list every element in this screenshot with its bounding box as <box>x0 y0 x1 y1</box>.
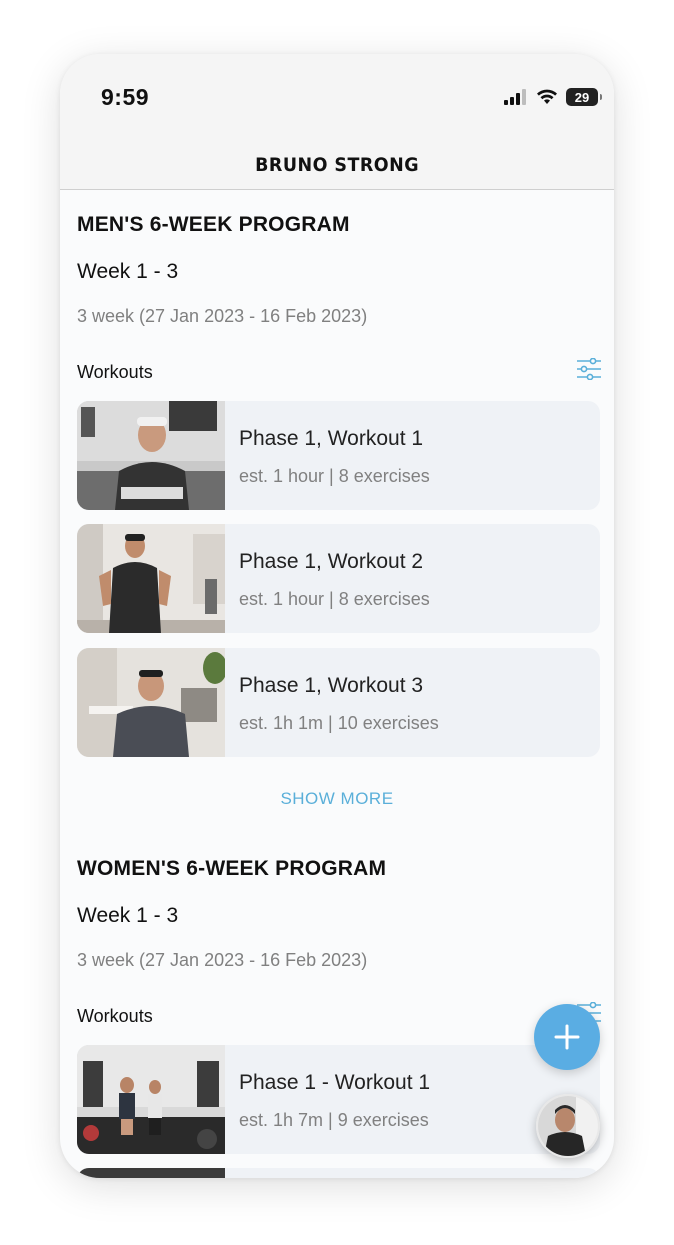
status-time: 9:59 <box>101 84 150 110</box>
workout-title: Phase 1 - Workout 1 <box>239 1071 431 1094</box>
workout-card[interactable]: Phase 1, Workout 2 est. 1 hour | 8 exerc… <box>77 524 600 633</box>
workouts-label: Workouts <box>77 362 153 382</box>
status-bar: 9:59 29 <box>60 54 614 140</box>
status-icons: 29 <box>504 88 602 106</box>
workout-meta: est. 1 hour | 8 exercises <box>239 589 430 609</box>
workout-thumbnail <box>77 648 225 757</box>
program-title: WOMEN'S 6-WEEK PROGRAM <box>77 857 387 880</box>
workout-card[interactable]: Phase 1 - Workout 1 est. 1h 7m | 9 exerc… <box>77 1045 600 1154</box>
cellular-signal-icon <box>504 89 526 105</box>
workout-card[interactable]: Phase 1, Workout 3 est. 1h 1m | 10 exerc… <box>77 648 600 757</box>
add-fab-button[interactable] <box>534 1004 600 1070</box>
program-dates: 3 week (27 Jan 2023 - 16 Feb 2023) <box>77 306 368 326</box>
workout-title: Phase 1, Workout 3 <box>239 674 424 697</box>
app-brand-title: BRUNO STRONG <box>255 153 419 176</box>
nav-bar: BRUNO STRONG <box>60 140 614 190</box>
workout-thumbnail <box>77 1045 225 1154</box>
workout-thumbnail <box>77 401 225 510</box>
program-title: MEN'S 6-WEEK PROGRAM <box>77 213 350 236</box>
show-more-button[interactable]: SHOW MORE <box>60 789 614 809</box>
workout-card[interactable] <box>77 1168 600 1178</box>
workout-meta: est. 1h 7m | 9 exercises <box>239 1110 429 1130</box>
workout-meta: est. 1h 1m | 10 exercises <box>239 713 439 733</box>
workouts-label: Workouts <box>77 1006 153 1026</box>
program-dates: 3 week (27 Jan 2023 - 16 Feb 2023) <box>77 950 368 970</box>
avatar[interactable] <box>536 1094 600 1158</box>
workout-card[interactable]: Phase 1, Workout 1 est. 1 hour | 8 exerc… <box>77 401 600 510</box>
plus-icon <box>554 1024 580 1050</box>
wifi-icon <box>537 89 557 104</box>
program-week: Week 1 - 3 <box>77 904 179 927</box>
workout-thumbnail <box>77 524 225 633</box>
sliders-icon[interactable] <box>576 358 602 380</box>
battery-icon: 29 <box>566 88 602 106</box>
workout-thumbnail <box>77 1168 225 1178</box>
workout-meta: est. 1 hour | 8 exercises <box>239 466 430 486</box>
profile-avatar-image <box>538 1096 598 1156</box>
workout-title: Phase 1, Workout 2 <box>239 550 424 573</box>
phone-screen: 9:59 29 BRUNO STRONG MEN'S 6-WEEK PROGRA… <box>60 54 614 1178</box>
program-week: Week 1 - 3 <box>77 260 179 283</box>
workout-title: Phase 1, Workout 1 <box>239 427 424 450</box>
